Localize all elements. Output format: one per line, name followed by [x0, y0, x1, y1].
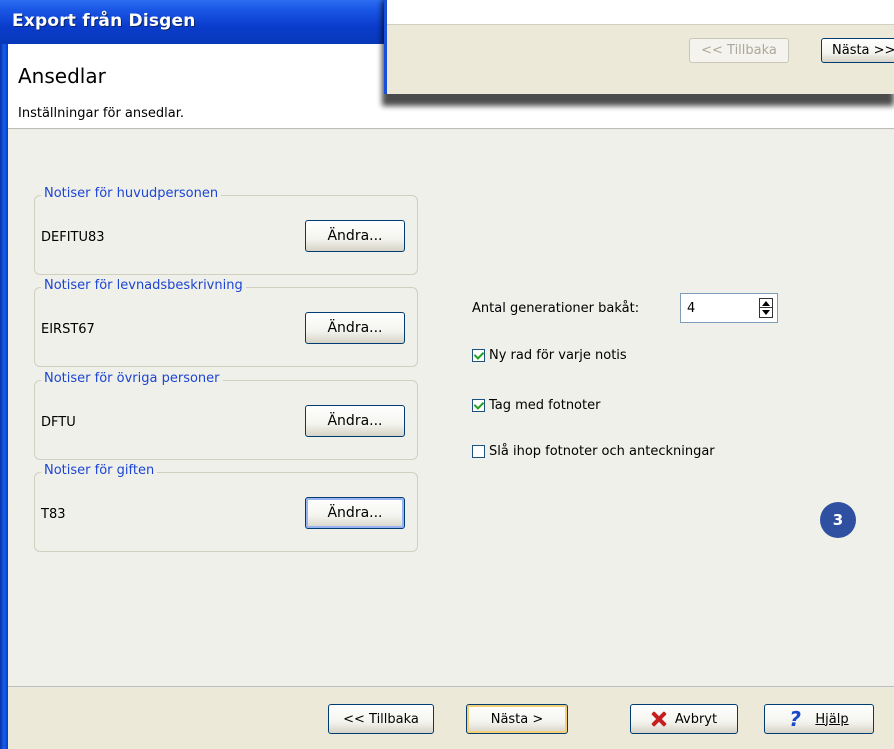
change-button-other-persons[interactable]: Ändra... [305, 405, 405, 437]
overlay-content-area [387, 0, 894, 25]
help-icon: ? [789, 707, 801, 731]
option-new-line[interactable]: Ny rad för varje notis [472, 348, 627, 363]
generations-spinner[interactable]: 4 [680, 293, 778, 323]
option-label: Ny rad för varje notis [489, 348, 627, 363]
group-marriages: Notiser för giften T83 Ändra... [34, 463, 418, 552]
group-value: DFTU [41, 415, 76, 430]
group-title: Notiser för huvudpersonen [41, 186, 222, 201]
cancel-label: Avbryt [674, 711, 718, 727]
spinner-arrows-icon[interactable] [759, 298, 773, 318]
header-divider [8, 128, 894, 130]
group-value: DEFITU83 [41, 230, 105, 245]
group-other-persons: Notiser för övriga personer DFTU Ändra..… [34, 371, 418, 460]
cancel-icon [651, 711, 667, 727]
option-label: Slå ihop fotnoter och anteckningar [489, 444, 715, 459]
page-subtitle: Inställningar för ansedlar. [18, 106, 185, 121]
group-title: Notiser för övriga personer [41, 371, 223, 386]
option-merge[interactable]: Slå ihop fotnoter och anteckningar [472, 444, 715, 459]
page-title: Ansedlar [18, 64, 106, 88]
generations-label: Antal generationer bakåt: [472, 301, 640, 316]
change-button-marriages[interactable]: Ändra... [305, 497, 405, 529]
overlay-back-button[interactable]: << Tillbaka [689, 38, 789, 63]
window-title: Export från Disgen [12, 11, 196, 31]
step-badge: 3 [820, 502, 856, 538]
next-button[interactable]: Nästa > [466, 704, 568, 734]
help-button[interactable]: ? Hjälp [764, 704, 874, 734]
change-button-biography[interactable]: Ändra... [305, 312, 405, 344]
option-label: Tag med fotnoter [489, 398, 601, 413]
wizard-footer: << Tillbaka Nästa > Avbryt ? Hjälp [8, 688, 894, 749]
group-biography: Notiser för levnadsbeskrivning EIRST67 Ä… [34, 278, 418, 367]
group-value: EIRST67 [41, 322, 95, 337]
option-footnotes[interactable]: Tag med fotnoter [472, 398, 600, 413]
overlay-window: << Tillbaka Nästa >> [384, 0, 894, 94]
change-button-main-person[interactable]: Ändra... [305, 220, 405, 252]
window-border [0, 0, 8, 749]
group-main-person: Notiser för huvudpersonen DEFITU83 Ändra… [34, 186, 418, 275]
overlay-next-button[interactable]: Nästa >> [821, 38, 894, 63]
checkbox-new-line[interactable] [472, 349, 485, 362]
cancel-button[interactable]: Avbryt [630, 704, 738, 734]
title-bar[interactable]: Export från Disgen [0, 0, 420, 44]
generations-value: 4 [687, 301, 696, 316]
checkbox-merge[interactable] [472, 445, 485, 458]
help-label: Hjälp [815, 711, 849, 727]
wizard-window: Ansedlar Inställningar för ansedlar. Exp… [0, 0, 894, 749]
group-title: Notiser för giften [41, 463, 158, 478]
group-value: T83 [41, 507, 66, 522]
back-button[interactable]: << Tillbaka [328, 704, 434, 734]
group-title: Notiser för levnadsbeskrivning [41, 278, 246, 293]
checkbox-footnotes[interactable] [472, 399, 485, 412]
